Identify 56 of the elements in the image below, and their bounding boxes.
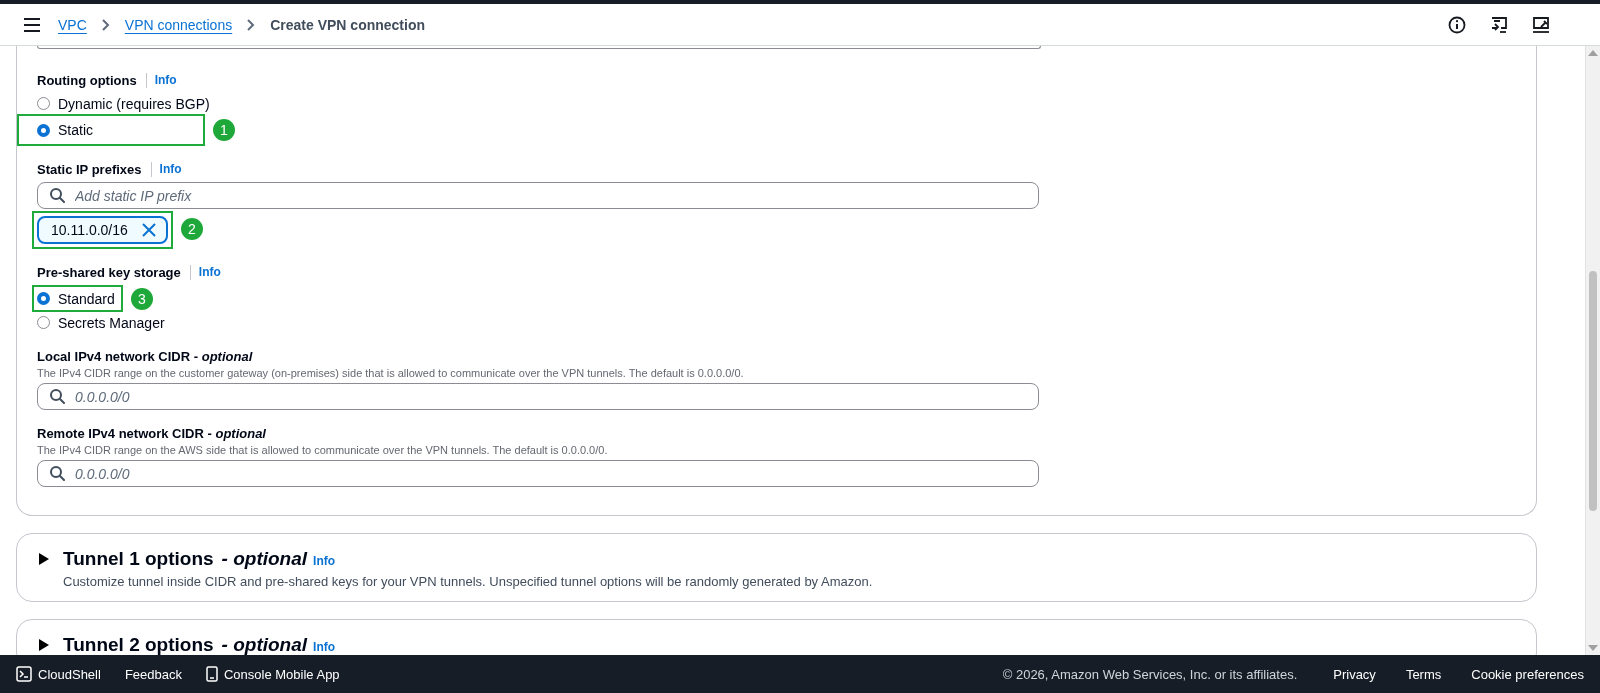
- footer-link[interactable]: Terms: [1405, 666, 1442, 682]
- radio-option[interactable]: Secrets Manager: [37, 312, 1516, 333]
- step-badge: 1: [213, 119, 235, 141]
- section-description: Customize tunnel inside CIDR and pre-shared keys for your VPN tunnels. Unspecified tunnel options will be randomly generated by Amazon.: [63, 574, 874, 589]
- scrollbar-thumb[interactable]: [1589, 271, 1597, 511]
- radio-button[interactable]: [37, 123, 50, 137]
- breadcrumb-link[interactable]: VPC: [58, 16, 87, 33]
- section-title[interactable]: Tunnel 2 options: [63, 634, 214, 655]
- field-label: Static IP prefixes: [37, 161, 142, 177]
- footer-link[interactable]: Privacy: [1333, 666, 1376, 682]
- optional-label: - optional: [221, 548, 308, 570]
- search-icon: [49, 465, 65, 481]
- field-label: Routing options: [37, 72, 137, 88]
- info-link[interactable]: Info: [159, 162, 182, 176]
- terminal-icon: [16, 666, 32, 682]
- search-icon: [49, 187, 65, 203]
- radio-button[interactable]: [37, 292, 50, 305]
- section-title[interactable]: Tunnel 1 options: [63, 548, 214, 570]
- radio-option[interactable]: Standard: [37, 288, 115, 309]
- field-label: Local IPv4 network CIDR - optional: [37, 348, 253, 364]
- info-link[interactable]: Info: [154, 73, 177, 87]
- field-description: The IPv4 CIDR range on the customer gateway (on-premises) side that is allowed to communicate over the VPN tunnels. The default is 0.0.0.0/0.: [37, 367, 745, 379]
- search-field[interactable]: 0.0.0.0/0: [37, 383, 1039, 410]
- footer-link[interactable]: Feedback: [124, 666, 182, 682]
- token-label: 10.11.0.0/16: [51, 222, 128, 238]
- optional-label: - optional: [221, 634, 308, 655]
- caret-icon[interactable]: [39, 553, 49, 565]
- monitor-icon[interactable]: [1532, 15, 1550, 34]
- close-icon[interactable]: [141, 223, 156, 237]
- info-icon[interactable]: [1448, 15, 1466, 34]
- footer-link[interactable]: Cookie preferences: [1471, 666, 1584, 682]
- radio-option[interactable]: Dynamic (requires BGP): [37, 93, 1516, 114]
- step-badge: 2: [180, 218, 203, 240]
- info-link[interactable]: Info: [313, 640, 336, 654]
- footer-link[interactable]: CloudShell: [16, 666, 101, 682]
- copyright-text: © 2026, Amazon Web Services, Inc. or its affiliates.: [1002, 666, 1298, 682]
- field-label: Remote IPv4 network CIDR - optional: [37, 425, 266, 441]
- info-link[interactable]: Info: [313, 554, 336, 568]
- chevron-right-icon: [101, 18, 110, 31]
- field-description: The IPv4 CIDR range on the AWS side that is allowed to communicate over the VPN tunnels. The default is 0.0.0.0/0.: [37, 444, 609, 456]
- terminal-icon[interactable]: [1490, 15, 1508, 34]
- menu-icon[interactable]: [24, 17, 40, 32]
- step-badge: 3: [130, 287, 153, 310]
- search-field[interactable]: 0.0.0.0/0: [37, 460, 1039, 487]
- breadcrumb-link[interactable]: VPN connections: [124, 16, 233, 33]
- scrollbar[interactable]: [1585, 46, 1600, 655]
- field-label: Pre-shared key storage: [37, 264, 181, 280]
- phone-icon: [205, 666, 218, 682]
- search-icon: [49, 388, 65, 404]
- breadcrumb-current: Create VPN connection: [270, 16, 426, 33]
- caret-icon[interactable]: [39, 639, 49, 651]
- search-field[interactable]: Add static IP prefix: [37, 182, 1039, 209]
- footer-link[interactable]: Console Mobile App: [205, 666, 340, 682]
- chevron-right-icon: [247, 18, 256, 31]
- info-link[interactable]: Info: [198, 265, 221, 279]
- radio-option[interactable]: Static: [37, 119, 93, 141]
